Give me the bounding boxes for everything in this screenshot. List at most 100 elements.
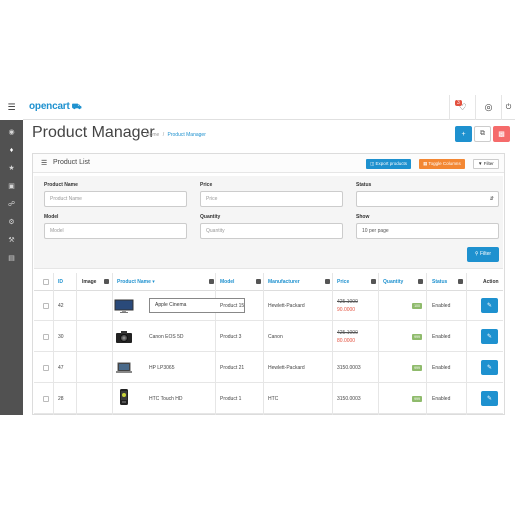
- sort-desc-icon: ▾: [152, 279, 155, 285]
- help-button[interactable]: ◎: [475, 95, 501, 120]
- notifications-button[interactable]: 3 ♡: [449, 95, 475, 120]
- product-status: Enabled: [432, 334, 451, 340]
- edit-button[interactable]: ✎: [481, 360, 498, 375]
- product-name-input[interactable]: Product Name: [44, 191, 187, 207]
- product-thumbnail-camera: [113, 329, 135, 345]
- column-model[interactable]: Model: [220, 279, 234, 285]
- select-all-checkbox[interactable]: [43, 279, 49, 285]
- column-price-toggle-icon[interactable]: [371, 279, 376, 284]
- product-name: HP LP3065: [149, 365, 175, 371]
- breadcrumb: Home / Product Manager: [146, 132, 206, 138]
- catalog-icon[interactable]: ♦: [0, 142, 23, 158]
- breadcrumb-home[interactable]: Home: [146, 132, 159, 138]
- model-label: Model: [44, 214, 59, 220]
- column-image: Image: [82, 279, 97, 285]
- product-id: 30: [58, 334, 64, 340]
- row-checkbox[interactable]: [43, 365, 49, 371]
- sales-cart-icon[interactable]: ▣: [0, 178, 23, 194]
- quantity-badge: 999: [412, 396, 422, 402]
- column-id[interactable]: ID: [58, 279, 63, 285]
- product-model: Product 3: [220, 334, 242, 340]
- filter-form: Product Name Product Name Price Price St…: [34, 176, 503, 269]
- product-list-panel: ☰ Product List ◫ Export products ▦ Toggl…: [32, 153, 505, 415]
- share-icon[interactable]: ☍: [0, 196, 23, 212]
- pencil-icon: ✎: [486, 303, 493, 309]
- column-quantity-toggle-icon[interactable]: [418, 279, 423, 284]
- extensions-icon[interactable]: ★: [0, 160, 23, 176]
- column-product-name[interactable]: Product Name ▾: [117, 279, 155, 285]
- product-id: 28: [58, 396, 64, 402]
- dashboard-icon[interactable]: ◉: [0, 124, 23, 140]
- cart-icon: ⛟: [71, 102, 82, 111]
- menu-toggle-button[interactable]: ☰: [0, 95, 23, 120]
- export-products-button[interactable]: ◫ Export products: [366, 159, 412, 169]
- toggle-columns-label: Toggle Columns: [428, 161, 461, 166]
- apply-filter-label: Filter: [479, 251, 492, 257]
- product-thumbnail-laptop: [113, 360, 135, 376]
- quantity-badge: 100: [412, 303, 422, 309]
- table-header-row: ID Image Product Name ▾ Model Manufactur…: [34, 273, 503, 291]
- product-status: Enabled: [432, 396, 451, 402]
- product-manufacturer: Hewlett-Packard: [268, 303, 305, 309]
- add-new-button[interactable]: +: [455, 126, 472, 142]
- product-manufacturer: Hewlett-Packard: [268, 365, 305, 371]
- export-label: Export products: [375, 161, 408, 166]
- row-checkbox[interactable]: [43, 303, 49, 309]
- price-label: Price: [200, 182, 213, 188]
- column-name-toggle-icon[interactable]: [209, 279, 214, 284]
- product-manufacturer: Canon: [268, 334, 283, 340]
- pencil-icon: ✎: [486, 334, 493, 340]
- column-manufacturer[interactable]: Manufacturer: [268, 279, 300, 285]
- status-select[interactable]: ⇵: [356, 191, 499, 207]
- price-input[interactable]: Price: [200, 191, 343, 207]
- top-header: ☰ opencart ⛟ 3 ♡ ◎ ⏻: [0, 95, 515, 120]
- plus-icon: +: [461, 130, 466, 138]
- filter-toggle-button[interactable]: ▼ Filter: [473, 159, 499, 169]
- product-status: Enabled: [432, 365, 451, 371]
- quantity-badge: 999: [412, 334, 422, 340]
- edit-button[interactable]: ✎: [481, 298, 498, 313]
- table-row: 28 HTC Touch HD Product 1 HTC 3150.0003 …: [34, 384, 503, 414]
- column-status[interactable]: Status: [432, 279, 447, 285]
- app-window: ☰ opencart ⛟ 3 ♡ ◎ ⏻ ◉ ♦ ★ ▣ ☍ ⚙ ⚒ ▤ Prod…: [0, 95, 515, 415]
- notification-badge: 3: [455, 100, 462, 106]
- product-id: 42: [58, 303, 64, 309]
- edit-button[interactable]: ✎: [481, 391, 498, 406]
- row-checkbox[interactable]: [43, 334, 49, 340]
- breadcrumb-current[interactable]: Product Manager: [168, 132, 206, 138]
- product-price: 3150.0003: [337, 365, 361, 371]
- logout-button[interactable]: ⏻: [501, 95, 515, 120]
- wrench-icon[interactable]: ⚒: [0, 232, 23, 248]
- column-image-toggle-icon[interactable]: [104, 279, 109, 284]
- product-thumbnail-phone: [113, 389, 135, 405]
- trash-icon: ▩: [498, 131, 505, 138]
- product-price-special: 80.0000: [337, 338, 356, 344]
- logo[interactable]: opencart ⛟: [29, 101, 82, 112]
- model-input[interactable]: Model: [44, 223, 187, 239]
- sign-out-icon: ⏻: [505, 103, 512, 111]
- copy-icon: ⧉: [480, 130, 485, 137]
- sidebar: ◉ ♦ ★ ▣ ☍ ⚙ ⚒ ▤: [0, 120, 23, 415]
- toggle-columns-button[interactable]: ▦ Toggle Columns: [419, 159, 465, 169]
- reports-chart-icon[interactable]: ▤: [0, 250, 23, 266]
- quantity-badge: 999: [412, 365, 422, 371]
- column-status-toggle-icon[interactable]: [458, 279, 463, 284]
- column-price[interactable]: Price: [337, 279, 349, 285]
- quantity-input[interactable]: Quantity: [200, 223, 343, 239]
- copy-button[interactable]: ⧉: [474, 126, 491, 142]
- edit-button[interactable]: ✎: [481, 329, 498, 344]
- product-price-original: 425.1000: [337, 330, 358, 336]
- row-checkbox[interactable]: [43, 396, 49, 402]
- column-manufacturer-toggle-icon[interactable]: [325, 279, 330, 284]
- product-name: Canon EOS 5D: [149, 334, 184, 340]
- settings-gear-icon[interactable]: ⚙: [0, 214, 23, 230]
- apply-filter-button[interactable]: ⚲ Filter: [467, 247, 499, 262]
- product-model: Product 21: [220, 365, 245, 371]
- show-per-page-select[interactable]: 10 per page: [356, 223, 499, 239]
- select-caret-icon: ⇵: [489, 196, 494, 202]
- delete-button[interactable]: ▩: [493, 126, 510, 142]
- column-quantity[interactable]: Quantity: [383, 279, 403, 285]
- page-title: Product Manager: [32, 124, 155, 141]
- quantity-label: Quantity: [200, 214, 221, 220]
- column-model-toggle-icon[interactable]: [256, 279, 261, 284]
